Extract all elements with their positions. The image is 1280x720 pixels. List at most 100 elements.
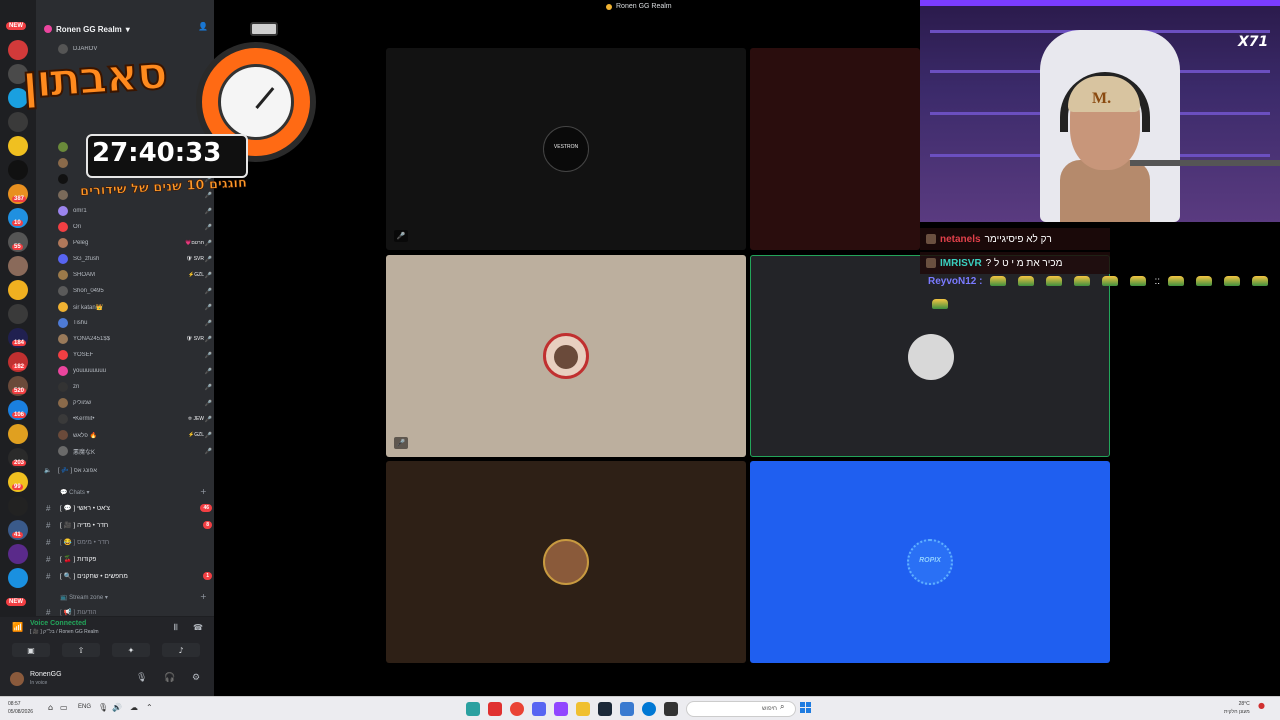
channel-item[interactable]: # [ 😂 ] חדר • מימס <box>46 535 212 549</box>
discord-icon[interactable] <box>532 702 546 716</box>
server-icon[interactable] <box>8 544 28 564</box>
voice-user[interactable]: Shon_0495 🎤 <box>58 284 212 298</box>
video-tile[interactable]: ROPIX <box>750 461 1110 663</box>
avatar <box>58 398 68 408</box>
edge-icon[interactable] <box>642 702 656 716</box>
channel-item[interactable]: # [ 🍒 ] פקודות <box>46 552 212 566</box>
avatar <box>58 446 68 456</box>
voice-user-tag: ⚡GZL <box>188 432 204 438</box>
video-tile[interactable] <box>750 48 920 250</box>
category-chats[interactable]: 💬 Chats ▾ <box>60 489 90 496</box>
voice-user-name: Shon_0495 <box>73 288 104 294</box>
chat-badge-icon <box>926 258 936 268</box>
unread-badge: 8 <box>203 521 212 529</box>
category-label: Chats <box>69 490 85 496</box>
voice-user[interactable]: youuuuuuuu 🎤 <box>58 364 212 378</box>
disconnect-icon[interactable]: ☎ <box>193 623 203 632</box>
voice-user[interactable]: SHOAM ⚡GZL 🎤 <box>58 268 212 282</box>
app-icon[interactable] <box>620 702 634 716</box>
category-stream-zone[interactable]: 📺 Stream zone ▾ <box>60 594 108 601</box>
app-icon[interactable] <box>664 702 678 716</box>
video-tile[interactable] <box>386 461 746 663</box>
channel-item[interactable]: # [ 🔍 ] מחפשים • שחקנים 1 <box>46 569 212 583</box>
voice-status[interactable]: Voice Connected <box>30 620 86 627</box>
chrome-icon[interactable] <box>510 702 524 716</box>
avatar[interactable] <box>10 672 24 686</box>
video-tile[interactable]: VESTRON 🎤 <box>386 48 746 250</box>
microphone-tray-icon[interactable]: 🎙 <box>98 703 108 712</box>
rail-badge: 184 <box>12 340 27 346</box>
voice-user[interactable]: Ori 🎤 <box>58 220 212 234</box>
headphones-icon[interactable]: 🎧 <box>164 673 175 683</box>
unread-badge: 46 <box>200 504 212 512</box>
language-indicator[interactable]: ENG <box>78 704 91 710</box>
voice-user[interactable]: Peleg 💗חרטם 🎤 <box>58 236 212 250</box>
activities-button[interactable]: ✦ <box>112 643 150 657</box>
soundboard-button[interactable]: ♪ <box>162 643 200 657</box>
channel-item[interactable]: # [ 🎥 ] חדר • מדיה 8 <box>46 518 212 532</box>
server-icon[interactable] <box>8 256 28 276</box>
steam-icon[interactable] <box>598 702 612 716</box>
voice-panel: 📶 Voice Connected [ 🎥 ] בל״ק / Ronen GG … <box>0 616 214 664</box>
network-icon[interactable]: ⌂ <box>48 703 53 712</box>
user-panel: RonenGG In voice 🎙 🎧 ⚙ <box>0 664 214 696</box>
start-button[interactable] <box>800 702 812 714</box>
voice-channel-name[interactable]: [ 🎥 ] בל״ק / Ronen GG Realm <box>30 629 99 635</box>
voice-user-name: Ori <box>73 224 81 230</box>
server-icon[interactable] <box>8 496 28 516</box>
avatar-face <box>554 345 578 369</box>
server-icon[interactable] <box>8 280 28 300</box>
server-icon[interactable] <box>8 568 28 588</box>
app-icon[interactable] <box>554 702 568 716</box>
file-explorer-icon[interactable] <box>576 702 590 716</box>
category-label: Stream zone <box>69 595 104 601</box>
add-channel-icon[interactable]: + <box>200 487 207 496</box>
microphone-icon[interactable]: 🎙 <box>136 673 147 683</box>
notification-icon[interactable]: ● <box>1258 701 1265 710</box>
channel-item[interactable]: # [ 💬 ] צ'אט • ראשי 46 <box>46 501 212 515</box>
clock[interactable]: 08:57 05/08/2026 <box>8 700 33 716</box>
voice-channel-afk[interactable]: 🔈[ 💤 ] אפונג אס <box>44 463 198 477</box>
app-icon[interactable] <box>488 702 502 716</box>
voice-user[interactable]: SG_zfush 🛡 SVR 🎤 <box>58 252 212 266</box>
onedrive-icon[interactable]: ☁ <box>130 703 138 712</box>
voice-user[interactable]: YONA2451$$ 🛡 SVR 🎤 <box>58 332 212 346</box>
server-icon[interactable] <box>8 304 28 324</box>
avatar <box>58 350 68 360</box>
camera-button[interactable]: ▣ <box>12 643 50 657</box>
volume-icon[interactable]: 🔊 <box>112 703 122 712</box>
voice-user[interactable]: •Kermit• ✡ JEW 🎤 <box>58 412 212 426</box>
noise-suppression-icon[interactable]: 𝄃𝄃 <box>174 623 178 633</box>
cap-logo: M. <box>1092 90 1112 107</box>
voice-user[interactable]: YOSEF 🎤 <box>58 348 212 362</box>
voice-user[interactable]: zri 🎤 <box>58 380 212 394</box>
voice-user[interactable]: sir katan👑 🎤 <box>58 300 212 314</box>
activities-icon: ✦ <box>127 645 135 655</box>
voice-user[interactable]: Tishu 🎤 <box>58 316 212 330</box>
battery-icon[interactable]: ▭ <box>60 703 68 712</box>
add-channel-icon[interactable]: + <box>200 592 207 601</box>
username[interactable]: RonenGG <box>30 671 62 678</box>
voice-user[interactable]: 悪魔なK 🎤 <box>58 444 212 458</box>
mic-muted-icon: 🎤 <box>204 384 212 391</box>
voice-user[interactable]: שמוליק 🎤 <box>58 396 212 410</box>
rail-badge: 55 <box>12 244 23 250</box>
screen-share-button[interactable]: ⇧ <box>62 643 100 657</box>
signal-icon[interactable]: 📶 <box>12 623 23 633</box>
hash-icon: # <box>46 520 51 530</box>
video-tile[interactable]: 🎤 <box>386 255 746 457</box>
server-icon[interactable] <box>8 424 28 444</box>
mic-muted-icon: 🎤 <box>204 336 212 343</box>
settings-gear-icon[interactable]: ⚙ <box>192 673 200 683</box>
channel-name: [ 😂 ] חדר • מימס <box>60 539 110 546</box>
emote-icon <box>1252 276 1269 286</box>
weather-widget[interactable]: 28°C מעונן חלקית <box>1224 700 1250 716</box>
voice-user[interactable]: omr1 🎤 <box>58 204 212 218</box>
mic-muted-icon: 🎤 <box>204 448 212 455</box>
chevron-up-icon[interactable]: ⌃ <box>146 703 153 712</box>
voice-user[interactable]: פלאש 🔥 ⚡GZL 🎤 <box>58 428 212 442</box>
avatar <box>58 286 68 296</box>
voice-user-name: SHOAM <box>73 272 96 278</box>
app-icon[interactable] <box>466 702 480 716</box>
rail-badge: 10 <box>12 220 23 226</box>
